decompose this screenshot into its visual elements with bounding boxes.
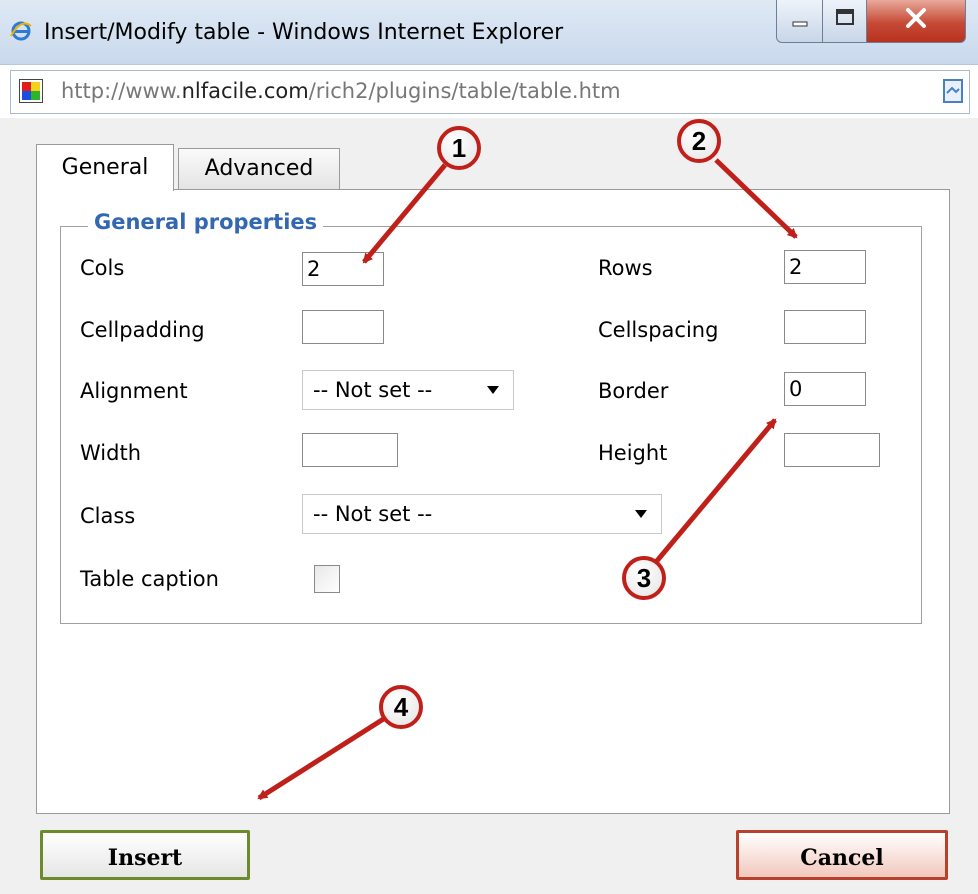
- close-icon: [906, 8, 926, 28]
- rows-label: Rows: [598, 256, 653, 280]
- cellspacing-input[interactable]: [784, 310, 866, 344]
- cellspacing-label: Cellspacing: [598, 318, 719, 342]
- width-input[interactable]: [302, 433, 398, 467]
- cancel-button[interactable]: Cancel: [736, 830, 948, 880]
- height-label: Height: [598, 441, 668, 465]
- cellpadding-input[interactable]: [302, 310, 384, 344]
- tab-general[interactable]: General: [36, 144, 174, 191]
- tab-advanced[interactable]: Advanced: [178, 148, 340, 190]
- maximize-button[interactable]: [822, 0, 868, 43]
- internet-explorer-icon: [10, 20, 32, 42]
- class-select-value: -- Not set --: [313, 502, 433, 526]
- window-title: Insert/Modify table - Windows Internet E…: [44, 20, 564, 45]
- ie-dialog-window: Insert/Modify table - Windows Internet E…: [0, 0, 978, 894]
- table-caption-checkbox[interactable]: [314, 565, 340, 593]
- close-button[interactable]: [866, 0, 966, 43]
- general-properties-fieldset: [60, 226, 922, 624]
- minimize-button[interactable]: [776, 0, 824, 43]
- insert-button[interactable]: Insert: [40, 830, 250, 880]
- title-bar: Insert/Modify table - Windows Internet E…: [0, 0, 978, 65]
- class-label: Class: [80, 504, 136, 528]
- alignment-select[interactable]: -- Not set --: [302, 370, 514, 410]
- url-domain: nlfacile.com: [181, 79, 309, 103]
- dropdown-arrow-icon: [487, 386, 499, 394]
- address-bar[interactable]: http://www.nlfacile.com/rich2/plugins/ta…: [10, 70, 970, 114]
- cols-label: Cols: [80, 256, 125, 280]
- fieldset-legend: General properties: [88, 210, 324, 234]
- border-label: Border: [598, 379, 669, 403]
- maximize-icon: [836, 9, 854, 25]
- site-favicon-icon: [18, 78, 44, 104]
- rows-input[interactable]: 2: [784, 250, 866, 284]
- width-label: Width: [80, 441, 142, 465]
- cols-input[interactable]: 2: [302, 252, 384, 286]
- alignment-label: Alignment: [80, 379, 188, 403]
- height-input[interactable]: [784, 433, 880, 467]
- page-icon: [943, 79, 963, 103]
- alignment-select-value: -- Not set --: [313, 378, 433, 402]
- minimize-icon: [792, 21, 808, 27]
- border-input[interactable]: 0: [784, 372, 866, 406]
- url-text: http://www.nlfacile.com/rich2/plugins/ta…: [61, 79, 621, 103]
- table-caption-label: Table caption: [80, 567, 219, 591]
- class-select[interactable]: -- Not set --: [302, 494, 662, 534]
- dropdown-arrow-icon: [635, 510, 647, 518]
- cellpadding-label: Cellpadding: [80, 318, 205, 342]
